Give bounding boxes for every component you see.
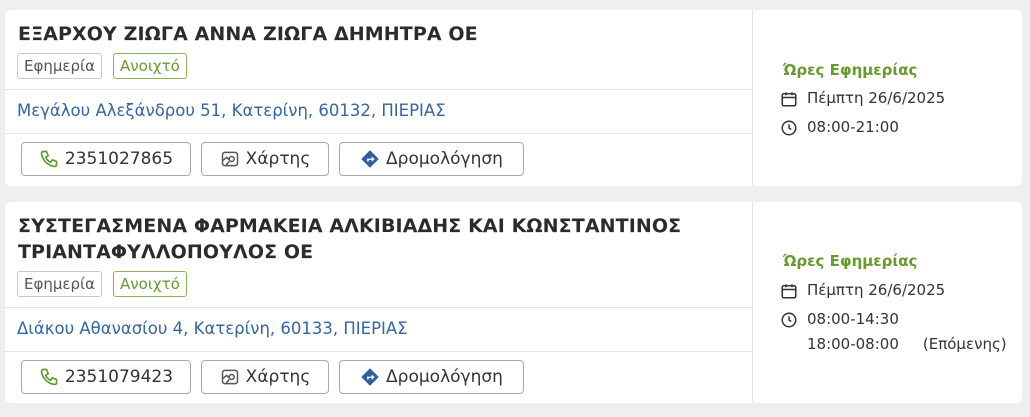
pharmacy-name-line: ΤΡΙΑΝΤΑΦΥΛΛΟΠΟΥΛΟΣ ΟΕ <box>18 241 314 263</box>
address-link[interactable]: Μεγάλου Αλεξάνδρου 51, Κατερίνη, 60132, … <box>17 100 446 122</box>
map-label: Χάρτης <box>245 367 311 387</box>
action-buttons: 2351027865 Χάρτης Δρομολόγηση <box>21 142 524 176</box>
directions-icon <box>361 368 379 386</box>
duty-times: 08:00-14:30 18:00-08:00 (Επόμενης) <box>807 310 1007 353</box>
map-icon <box>221 151 238 167</box>
directions-label: Δρομολόγηση <box>386 149 503 169</box>
calendar-icon <box>781 284 797 299</box>
pharmacy-info: ΣΥΣΤΕΓΑΣΜΕΝΑ ΦΑΡΜΑΚΕΙΑ ΑΛΚΙΒΙΑΔΗΣ ΚΑΙ ΚΩ… <box>5 202 753 403</box>
duty-time: 08:00-21:00 <box>807 118 899 136</box>
divider <box>5 133 752 134</box>
duty-time-row: 08:00-21:00 <box>780 118 899 137</box>
duty-hours-title: Ώρες Εφημερίας <box>783 252 918 270</box>
phone-number: 2351027865 <box>64 149 174 169</box>
phone-number: 2351079423 <box>64 367 174 387</box>
divider <box>5 307 752 308</box>
duty-time-row: 08:00-14:30 18:00-08:00 (Επόμενης) <box>780 310 1007 353</box>
address-link[interactable]: Διάκου Αθανασίου 4, Κατερίνη, 60133, ΠΙΕ… <box>17 318 408 340</box>
duty-date-row: Πέμπτη 26/6/2025 <box>780 89 945 108</box>
directions-label: Δρομολόγηση <box>386 367 503 387</box>
pharmacy-card: ΕΞΑΡΧΟΥ ΖΙΩΓΑ ΑΝΝΑ ΖΙΩΓΑ ΔΗΜΗΤΡΑ ΟΕ Εφημ… <box>5 10 1022 186</box>
duty-time-line: 18:00-08:00 (Επόμενης) <box>807 335 1007 353</box>
map-icon <box>221 369 238 385</box>
badge-group: Εφημερία Ανοιχτό <box>17 53 187 79</box>
duty-hours-panel: Ώρες Εφημερίας Πέμπτη 26/6/2025 08:00-21… <box>753 10 1022 186</box>
clock-icon <box>781 120 797 136</box>
open-status-badge: Ανοιχτό <box>113 271 187 297</box>
map-button[interactable]: Χάρτης <box>201 360 329 394</box>
duty-badge: Εφημερία <box>17 271 103 297</box>
duty-badge: Εφημερία <box>17 53 103 79</box>
call-button[interactable]: 2351027865 <box>21 142 191 176</box>
map-button[interactable]: Χάρτης <box>201 142 329 176</box>
next-day-note: (Επόμενης) <box>922 335 1007 353</box>
map-label: Χάρτης <box>245 149 311 169</box>
duty-hours-title: Ώρες Εφημερίας <box>783 61 918 79</box>
phone-icon <box>40 150 58 168</box>
duty-date: Πέμπτη 26/6/2025 <box>807 281 946 299</box>
divider <box>5 351 752 352</box>
calendar-icon <box>781 92 797 107</box>
pharmacy-name: ΕΞΑΡΧΟΥ ΖΙΩΓΑ ΑΝΝΑ ΖΙΩΓΑ ΔΗΜΗΤΡΑ ΟΕ <box>18 23 478 45</box>
duty-time: 18:00-08:00 <box>807 335 899 353</box>
directions-icon <box>361 150 379 168</box>
directions-button[interactable]: Δρομολόγηση <box>339 142 524 176</box>
duty-hours-panel: Ώρες Εφημερίας Πέμπτη 26/6/2025 08:00-14… <box>753 202 1022 403</box>
duty-time: 08:00-14:30 <box>807 310 899 328</box>
directions-button[interactable]: Δρομολόγηση <box>339 360 524 394</box>
pharmacy-card: ΣΥΣΤΕΓΑΣΜΕΝΑ ΦΑΡΜΑΚΕΙΑ ΑΛΚΙΒΙΑΔΗΣ ΚΑΙ ΚΩ… <box>5 202 1022 403</box>
pharmacy-name: ΣΥΣΤΕΓΑΣΜΕΝΑ ΦΑΡΜΑΚΕΙΑ ΑΛΚΙΒΙΑΔΗΣ ΚΑΙ ΚΩ… <box>18 213 742 265</box>
divider <box>5 89 752 90</box>
action-buttons: 2351079423 Χάρτης Δρομολόγηση <box>21 360 524 394</box>
duty-date-row: Πέμπτη 26/6/2025 <box>780 281 945 300</box>
call-button[interactable]: 2351079423 <box>21 360 191 394</box>
open-status-badge: Ανοιχτό <box>113 53 187 79</box>
duty-date: Πέμπτη 26/6/2025 <box>807 89 946 107</box>
pharmacy-name-line: ΣΥΣΤΕΓΑΣΜΕΝΑ ΦΑΡΜΑΚΕΙΑ ΑΛΚΙΒΙΑΔΗΣ ΚΑΙ ΚΩ… <box>18 215 682 237</box>
badge-group: Εφημερία Ανοιχτό <box>17 271 187 297</box>
clock-icon <box>781 312 797 328</box>
pharmacy-info: ΕΞΑΡΧΟΥ ΖΙΩΓΑ ΑΝΝΑ ΖΙΩΓΑ ΔΗΜΗΤΡΑ ΟΕ Εφημ… <box>5 10 753 186</box>
phone-icon <box>40 368 58 386</box>
